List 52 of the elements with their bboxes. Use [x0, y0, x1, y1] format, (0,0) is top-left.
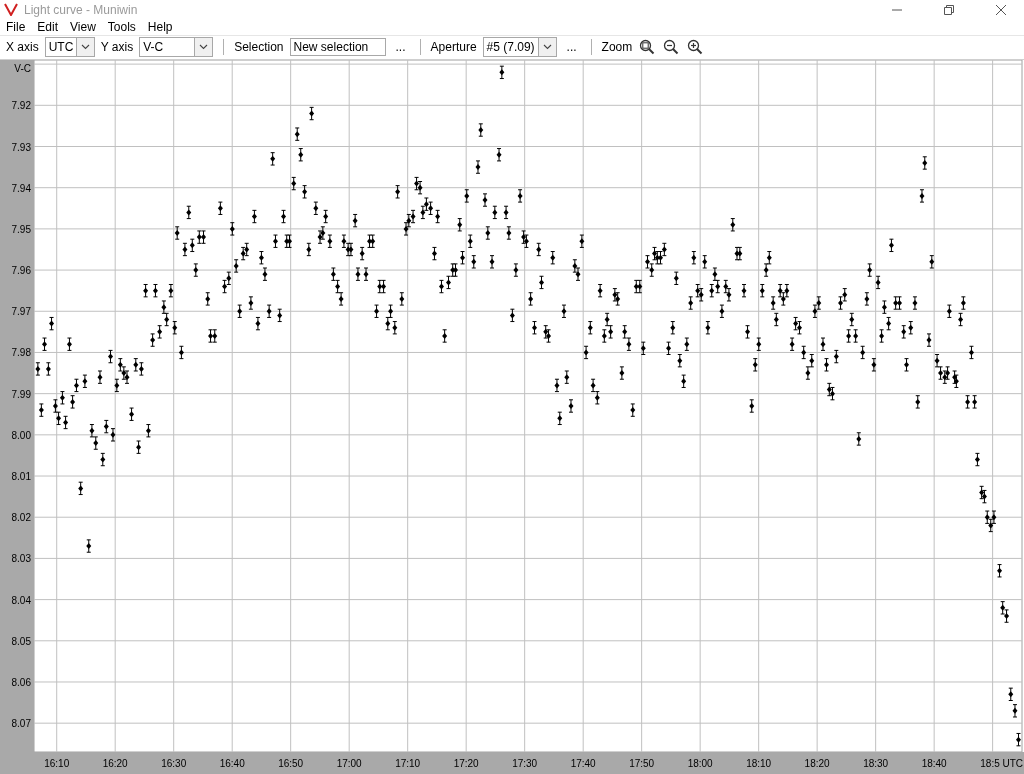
- y-tick-label: 7.93: [11, 141, 31, 153]
- y-tick-label: 7.97: [11, 306, 31, 318]
- y-tick-label: 7.92: [11, 100, 31, 112]
- x-tick-label: 16:50: [278, 758, 304, 769]
- menu-item[interactable]: File: [6, 19, 26, 34]
- x-tick-label: 17:00: [336, 758, 362, 769]
- y-tick-label: 8.04: [11, 594, 31, 606]
- x-axis-label: X axis: [6, 40, 39, 55]
- selection-field[interactable]: New selection: [289, 38, 386, 57]
- menu-item[interactable]: View: [70, 19, 96, 34]
- x-axis-label: UTC: [1002, 758, 1023, 769]
- x-tick-label: 17:40: [570, 758, 596, 769]
- x-tick-label: 18:00: [687, 758, 713, 769]
- x-tick-label: 16:30: [161, 758, 187, 769]
- y-tick-label: 8.01: [11, 471, 31, 482]
- window-title: Light curve - Muniwin: [24, 2, 139, 17]
- aperture-label: Aperture: [430, 40, 477, 55]
- selection-label: Selection: [234, 40, 284, 55]
- y-tick-label: 8.05: [11, 635, 31, 647]
- y-tick-label: 8.00: [11, 429, 31, 441]
- x-tick-label: 18:40: [921, 758, 947, 769]
- y-tick-label: 8.02: [11, 512, 31, 524]
- menu-item[interactable]: Edit: [37, 19, 59, 34]
- y-tick-label: 7.95: [11, 223, 31, 235]
- aperture-dropdown[interactable]: #5 (7.09): [482, 37, 557, 58]
- y-tick-label: 7.98: [11, 347, 31, 359]
- y-axis-label: V-C: [14, 63, 31, 74]
- x-axis-dropdown[interactable]: UTC: [44, 37, 95, 58]
- y-tick-label: 7.96: [11, 265, 31, 277]
- x-tick-label: 16:40: [219, 758, 245, 769]
- x-tick-label: 18:20: [804, 758, 830, 769]
- x-tick-label: 18:10: [746, 758, 772, 769]
- y-axis-dropdown[interactable]: V-C: [139, 37, 214, 58]
- x-tick-label: 17:50: [629, 758, 655, 769]
- x-tick-label: 17:20: [453, 758, 479, 769]
- menu-item[interactable]: Help: [147, 19, 173, 34]
- y-axis-label: Y axis: [100, 40, 134, 55]
- y-tick-label: 7.99: [11, 388, 31, 400]
- x-tick-label: 17:10: [395, 758, 421, 769]
- x-tick-label: 16:10: [44, 758, 70, 769]
- x-tick-label: 16:20: [102, 758, 128, 769]
- x-tick-label: 18:5: [980, 758, 1000, 769]
- y-tick-label: 8.07: [11, 718, 31, 730]
- selection-more-button[interactable]: ...: [391, 40, 410, 55]
- aperture-more-button[interactable]: ...: [562, 40, 581, 55]
- y-tick-label: 8.03: [11, 553, 31, 565]
- zoom-label: Zoom: [601, 40, 633, 55]
- y-tick-label: 7.94: [11, 182, 31, 194]
- y-tick-label: 8.06: [11, 677, 31, 688]
- x-tick-label: 18:30: [863, 758, 889, 769]
- menu-item[interactable]: Tools: [107, 19, 136, 34]
- x-tick-label: 17:30: [512, 758, 538, 769]
